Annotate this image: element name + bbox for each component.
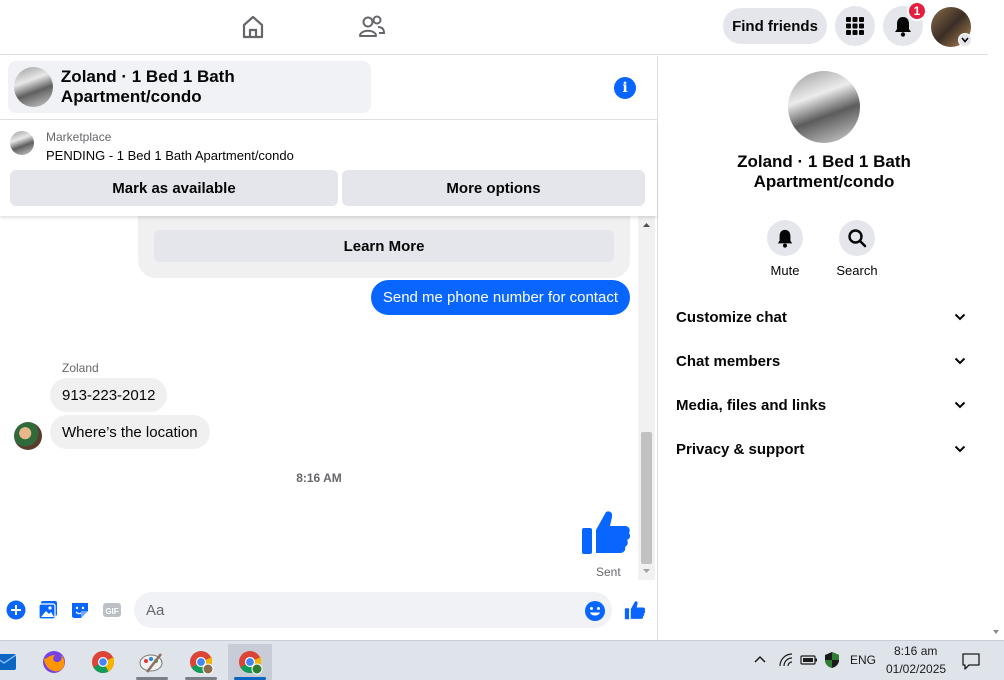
listing-card: Learn More [138, 216, 630, 278]
page-scrollbar[interactable] [988, 0, 1004, 640]
firefox-icon [43, 651, 65, 673]
grid-menu-icon [846, 17, 864, 35]
section-label: Privacy & support [676, 440, 805, 458]
friends-icon[interactable] [357, 12, 387, 42]
listing-photo [788, 71, 860, 143]
battery-icon[interactable] [800, 653, 818, 667]
mute-action[interactable]: Mute [755, 220, 815, 278]
chrome-icon [92, 651, 114, 673]
chat-header: Zoland · 1 Bed 1 Bath Apartment/condo i [0, 56, 657, 120]
photo-icon[interactable] [38, 600, 58, 620]
sender-name: Zoland [62, 361, 99, 375]
message-list: Learn More Send me phone number for cont… [0, 216, 657, 582]
learn-more-button[interactable]: Learn More [154, 230, 614, 262]
taskbar-chrome-active[interactable] [228, 644, 272, 680]
mute-button[interactable] [767, 220, 803, 256]
plus-circle-icon[interactable] [6, 600, 26, 620]
incoming-message[interactable]: Where’s the location [50, 415, 210, 449]
sticker-icon[interactable] [70, 600, 90, 620]
thumbs-up-icon[interactable] [580, 506, 632, 558]
scroll-down-arrow-icon[interactable] [988, 626, 1004, 638]
chevron-down-icon [954, 401, 966, 409]
chrome-profile-icon [190, 651, 214, 675]
search-label: Search [836, 263, 878, 278]
message-composer: GIF [0, 582, 657, 638]
sender-avatar[interactable] [14, 422, 42, 450]
section-chat-members[interactable]: Chat members [666, 341, 976, 381]
network-icon[interactable] [778, 652, 794, 668]
info-icon[interactable]: i [614, 77, 636, 99]
section-privacy-support[interactable]: Privacy & support [666, 429, 976, 469]
chat-title: Zoland · 1 Bed 1 Bath Apartment/condo [60, 67, 235, 106]
details-title: Zoland · 1 Bed 1 Bath Apartment/condo [737, 152, 911, 191]
scroll-down-arrow-icon[interactable] [638, 564, 655, 578]
marketplace-banner: Marketplace PENDING - 1 Bed 1 Bath Apart… [0, 121, 657, 216]
notification-badge: 1 [907, 1, 927, 21]
windows-taskbar: ENG 8:16 am 01/02/2025 [0, 640, 1004, 680]
section-label: Chat members [676, 352, 781, 370]
more-options-button[interactable]: More options [342, 170, 645, 206]
mute-label: Mute [770, 263, 800, 278]
gif-icon[interactable]: GIF [102, 600, 122, 620]
marketplace-label: Marketplace [46, 130, 112, 144]
mark-as-available-button[interactable]: Mark as available [10, 170, 338, 206]
section-label: Media, files and links [676, 396, 827, 414]
search-action[interactable]: Search [827, 220, 887, 278]
taskbar-chrome[interactable] [81, 644, 125, 680]
message-timestamp: 8:16 AM [296, 471, 342, 485]
taskbar-chrome-profile[interactable] [179, 644, 223, 680]
section-customize-chat[interactable]: Customize chat [666, 297, 976, 337]
incoming-message[interactable]: 913-223-2012 [50, 378, 168, 412]
taskbar-mail-app[interactable] [0, 644, 26, 680]
chevron-down-icon [954, 445, 966, 453]
paint-icon [139, 653, 163, 673]
taskbar-paint[interactable] [130, 644, 174, 680]
language-indicator[interactable]: ENG [850, 653, 876, 667]
top-nav: Find friends 1 [0, 0, 988, 55]
chevron-down-icon [954, 357, 966, 365]
mail-icon [0, 654, 17, 670]
listing-status: PENDING - 1 Bed 1 Bath Apartment/condo [46, 148, 294, 163]
emoji-icon[interactable] [584, 600, 606, 622]
bell-icon [777, 229, 793, 248]
search-icon [848, 229, 867, 248]
clock-date[interactable]: 01/02/2025 [886, 662, 946, 676]
menu-button[interactable] [835, 6, 875, 46]
like-button-icon[interactable] [624, 599, 646, 621]
scroll-up-arrow-icon[interactable] [638, 218, 655, 232]
home-icon[interactable] [238, 12, 268, 42]
sent-status: Sent [596, 565, 621, 579]
section-label: Customize chat [676, 308, 787, 326]
chat-title-button[interactable]: Zoland · 1 Bed 1 Bath Apartment/condo [8, 61, 371, 113]
notification-center-icon[interactable] [961, 651, 981, 671]
outgoing-message[interactable]: Send me phone number for contact [370, 280, 630, 315]
listing-thumbnail-small [10, 131, 34, 155]
section-media-files-links[interactable]: Media, files and links [666, 385, 976, 425]
security-shield-icon[interactable] [824, 651, 840, 669]
taskbar-firefox[interactable] [32, 644, 76, 680]
conversation-details-panel: Zoland · 1 Bed 1 Bath Apartment/condo Mu… [657, 56, 988, 640]
svg-text:GIF: GIF [105, 607, 118, 616]
chrome-profile-icon [239, 651, 263, 675]
chevron-down-icon [954, 313, 966, 321]
message-scrollbar[interactable] [638, 216, 655, 580]
find-friends-button[interactable]: Find friends [723, 8, 827, 44]
search-button[interactable] [839, 220, 875, 256]
listing-thumbnail [14, 67, 53, 107]
clock-time[interactable]: 8:16 am [894, 644, 937, 658]
scroll-thumb[interactable] [641, 432, 652, 564]
message-input[interactable] [134, 592, 612, 628]
chevron-down-icon[interactable] [958, 33, 972, 47]
chevron-up-icon[interactable] [753, 654, 767, 664]
